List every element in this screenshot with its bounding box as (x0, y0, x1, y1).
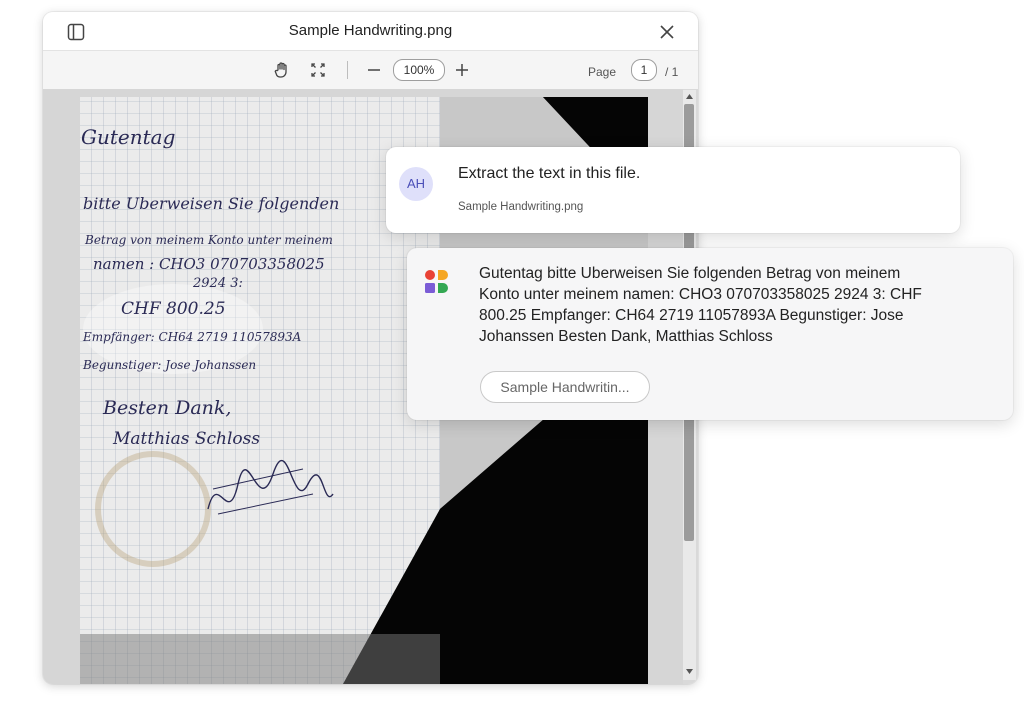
handwriting-line: Begunstiger: Jose Johanssen (82, 358, 256, 372)
assistant-message-card: Gutentag bitte Uberweisen Sie folgenden … (407, 248, 1013, 420)
viewer-titlebar: Sample Handwriting.png (43, 12, 698, 51)
page-label: Page (588, 65, 617, 79)
assistant-logo-icon (424, 269, 450, 295)
page-total: / 1 (665, 65, 679, 79)
assistant-message-line: 800.25 Empfanger: CH64 2719 11057893A Be… (479, 307, 904, 324)
user-attachment-name[interactable]: Sample Handwriting.png (458, 201, 583, 213)
zoom-in-icon[interactable] (453, 61, 471, 79)
assistant-message-text: Gutentag bitte Uberweisen Sie folgenden … (479, 263, 994, 347)
assistant-message-line: Johanssen Besten Dank, Matthias Schloss (479, 328, 773, 345)
handwriting-line: namen : CHO3 070703358025 (93, 255, 325, 273)
user-avatar: AH (399, 167, 433, 201)
scroll-up-icon[interactable] (683, 90, 696, 104)
assistant-message-line: Konto unter meinem namen: CHO3 070703358… (479, 286, 922, 303)
handwriting-line: 2924 3: (192, 276, 243, 291)
file-reference-chip[interactable]: Sample Handwritin... (480, 371, 650, 403)
page-number-input[interactable]: 1 (631, 59, 657, 81)
close-icon[interactable] (658, 23, 676, 41)
handwriting-line: Betrag von meinem Konto unter meinem (84, 233, 333, 247)
handwriting-line: Besten Dank, (102, 397, 231, 419)
user-message-text: Extract the text in this file. (458, 165, 641, 182)
handwriting-line: Gutentag (81, 125, 175, 149)
fit-screen-icon[interactable] (309, 61, 327, 79)
scroll-down-icon[interactable] (683, 664, 696, 678)
assistant-message-line: Gutentag bitte Uberweisen Sie folgenden … (479, 265, 901, 282)
handwriting-line: bitte Uberweisen Sie folgenden (83, 194, 339, 213)
viewer-title: Sample Handwriting.png (288, 22, 453, 39)
handwriting-line: Empfänger: CH64 2719 11057893A (82, 330, 302, 344)
handwriting-line: Matthias Schloss (112, 429, 260, 449)
hand-pan-icon[interactable] (273, 61, 291, 79)
zoom-level-field[interactable]: 100% (393, 59, 445, 81)
user-message-card: AH Extract the text in this file. Sample… (386, 147, 960, 233)
handwriting-line: CHF 800.25 (121, 299, 226, 319)
viewer-toolbar: 100% Page 1 / 1 (43, 51, 698, 89)
toolbar-divider (347, 61, 348, 79)
zoom-out-icon[interactable] (365, 61, 383, 79)
